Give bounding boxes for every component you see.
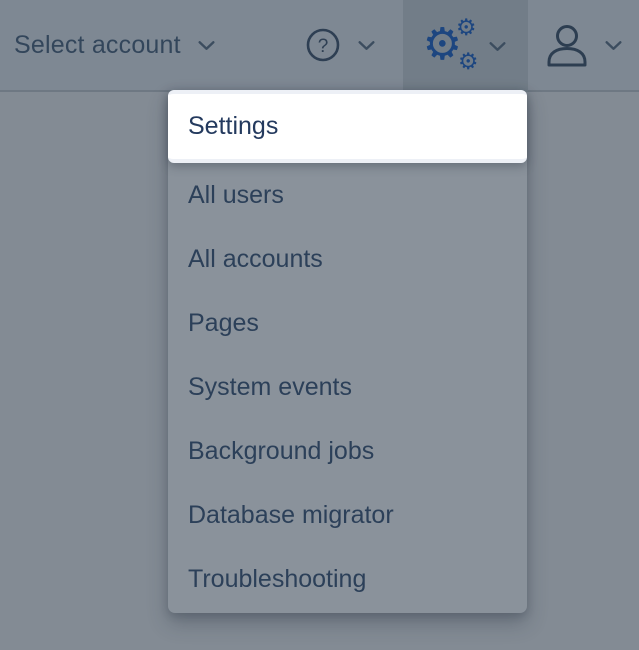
chevron-down-icon [357,40,376,51]
user-menu-button[interactable] [546,0,623,90]
admin-dropdown-menu: Settings All users All accounts Pages Sy… [168,90,527,613]
menu-item-system-events[interactable]: System events [168,355,527,419]
gears-icon: ⚙ ⚙ ⚙ [425,20,475,72]
menu-item-all-accounts[interactable]: All accounts [168,227,527,291]
help-icon: ? [306,28,340,62]
menu-item-pages[interactable]: Pages [168,291,527,355]
chevron-down-icon [488,41,507,52]
account-selector[interactable]: Select account [14,0,216,90]
chevron-down-icon [604,40,623,51]
user-icon [546,21,588,69]
admin-menu-button[interactable]: ⚙ ⚙ ⚙ [403,0,528,92]
svg-text:?: ? [318,36,329,57]
chevron-down-icon [197,40,216,51]
gear-small-bottom-icon: ⚙ [458,51,479,74]
menu-item-all-users[interactable]: All users [168,163,527,227]
menu-item-database-migrator[interactable]: Database migrator [168,483,527,547]
help-menu-button[interactable]: ? [306,0,376,90]
menu-item-background-jobs[interactable]: Background jobs [168,419,527,483]
account-selector-label: Select account [14,31,181,60]
gear-small-top-icon: ⚙ [456,17,477,40]
top-bar: Select account ? ⚙ ⚙ ⚙ [0,0,639,92]
menu-item-troubleshooting[interactable]: Troubleshooting [168,547,527,611]
menu-item-settings[interactable]: Settings [168,90,527,163]
